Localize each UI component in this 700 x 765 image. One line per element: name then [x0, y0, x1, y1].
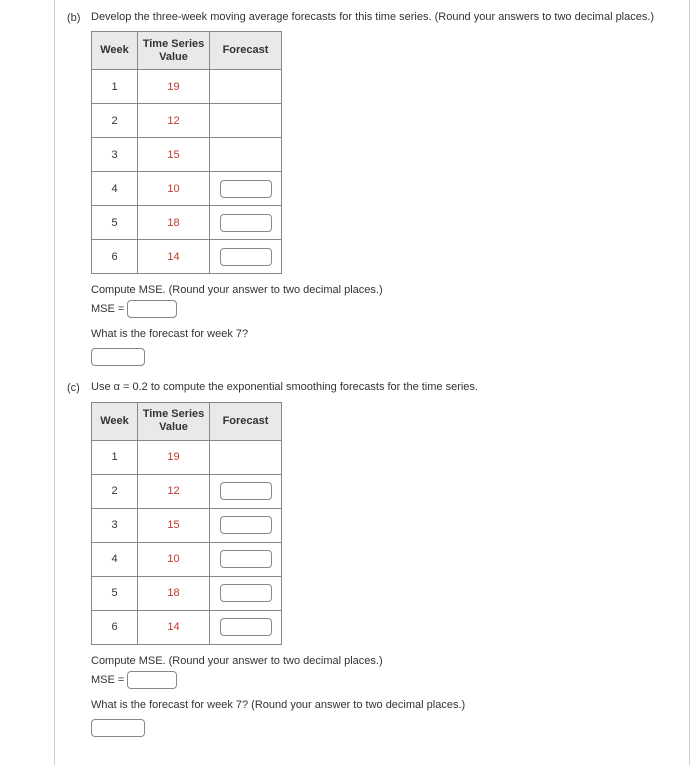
cell-forecast-input: [210, 206, 282, 240]
table-row: 2 12: [92, 474, 282, 508]
part-c: (c) Use α = 0.2 to compute the exponenti…: [55, 380, 689, 736]
cell-ts: 12: [138, 104, 210, 138]
cell-week: 6: [92, 610, 138, 644]
part-c-tbody: 1 19 2 12 3 15 4: [92, 440, 282, 644]
week7-input-b[interactable]: [91, 348, 145, 366]
page-container: (b) Develop the three-week moving averag…: [54, 0, 690, 765]
cell-ts: 19: [138, 440, 210, 474]
table-row: 4 10: [92, 172, 282, 206]
cell-ts: 14: [138, 240, 210, 274]
part-b-table: Week Time Series Value Forecast 1 19 2 1…: [91, 31, 282, 274]
cell-ts: 14: [138, 610, 210, 644]
cell-week: 4: [92, 172, 138, 206]
mse-input-c[interactable]: [127, 671, 177, 689]
forecast-input-b-4[interactable]: [220, 180, 272, 198]
table-row: 3 15: [92, 138, 282, 172]
table-row: 1 19: [92, 440, 282, 474]
cell-forecast-empty: [210, 70, 282, 104]
cell-week: 6: [92, 240, 138, 274]
col-header-ts: Time Series Value: [138, 32, 210, 70]
cell-ts: 15: [138, 138, 210, 172]
cell-forecast-empty: [210, 440, 282, 474]
part-b-label: (b): [67, 10, 91, 24]
cell-ts: 18: [138, 206, 210, 240]
forecast-input-c-3[interactable]: [220, 516, 272, 534]
cell-ts: 19: [138, 70, 210, 104]
table-row: 6 14: [92, 240, 282, 274]
cell-week: 5: [92, 576, 138, 610]
forecast-input-c-2[interactable]: [220, 482, 272, 500]
mse-label: MSE =: [91, 674, 124, 686]
part-b-mse-line: MSE =: [91, 300, 689, 318]
part-c-body: Use α = 0.2 to compute the exponential s…: [91, 380, 689, 736]
cell-forecast-empty: [210, 104, 282, 138]
mse-input-b[interactable]: [127, 300, 177, 318]
week7-input-c[interactable]: [91, 719, 145, 737]
cell-ts: 10: [138, 172, 210, 206]
cell-forecast-input: [210, 508, 282, 542]
part-c-wk7-prompt: What is the forecast for week 7? (Round …: [91, 699, 689, 711]
part-b-prompt: Develop the three-week moving average fo…: [91, 10, 689, 25]
table-row: 4 10: [92, 542, 282, 576]
cell-week: 4: [92, 542, 138, 576]
table-row: 6 14: [92, 610, 282, 644]
cell-forecast-input: [210, 172, 282, 206]
forecast-input-c-6[interactable]: [220, 618, 272, 636]
cell-week: 2: [92, 474, 138, 508]
col-header-forecast: Forecast: [210, 402, 282, 440]
table-row: 5 18: [92, 206, 282, 240]
cell-week: 1: [92, 70, 138, 104]
cell-forecast-empty: [210, 138, 282, 172]
col-header-ts-text: Time Series Value: [143, 38, 205, 64]
col-header-week: Week: [92, 402, 138, 440]
table-row: 3 15: [92, 508, 282, 542]
cell-forecast-input: [210, 542, 282, 576]
col-header-week: Week: [92, 32, 138, 70]
part-b-body: Develop the three-week moving average fo…: [91, 10, 689, 366]
cell-week: 3: [92, 508, 138, 542]
part-b-mse-prompt: Compute MSE. (Round your answer to two d…: [91, 284, 689, 296]
cell-ts: 15: [138, 508, 210, 542]
col-header-ts: Time Series Value: [138, 402, 210, 440]
cell-forecast-input: [210, 240, 282, 274]
cell-forecast-input: [210, 474, 282, 508]
forecast-input-c-5[interactable]: [220, 584, 272, 602]
cell-week: 1: [92, 440, 138, 474]
cell-week: 2: [92, 104, 138, 138]
part-b-wk7-prompt: What is the forecast for week 7?: [91, 328, 689, 340]
col-header-ts-text: Time Series Value: [143, 408, 205, 434]
cell-ts: 18: [138, 576, 210, 610]
part-b: (b) Develop the three-week moving averag…: [55, 10, 689, 366]
cell-forecast-input: [210, 576, 282, 610]
forecast-input-b-6[interactable]: [220, 248, 272, 266]
part-c-mse-line: MSE =: [91, 671, 689, 689]
forecast-input-c-4[interactable]: [220, 550, 272, 568]
part-c-prompt: Use α = 0.2 to compute the exponential s…: [91, 380, 689, 395]
table-row: 2 12: [92, 104, 282, 138]
cell-week: 3: [92, 138, 138, 172]
part-b-tbody: 1 19 2 12 3 15 4: [92, 70, 282, 274]
col-header-forecast: Forecast: [210, 32, 282, 70]
table-row: 1 19: [92, 70, 282, 104]
part-c-mse-prompt: Compute MSE. (Round your answer to two d…: [91, 655, 689, 667]
part-c-table: Week Time Series Value Forecast 1 19 2 1…: [91, 402, 282, 645]
cell-ts: 12: [138, 474, 210, 508]
table-row: 5 18: [92, 576, 282, 610]
cell-ts: 10: [138, 542, 210, 576]
cell-week: 5: [92, 206, 138, 240]
cell-forecast-input: [210, 610, 282, 644]
forecast-input-b-5[interactable]: [220, 214, 272, 232]
part-c-label: (c): [67, 380, 91, 394]
mse-label: MSE =: [91, 303, 124, 315]
